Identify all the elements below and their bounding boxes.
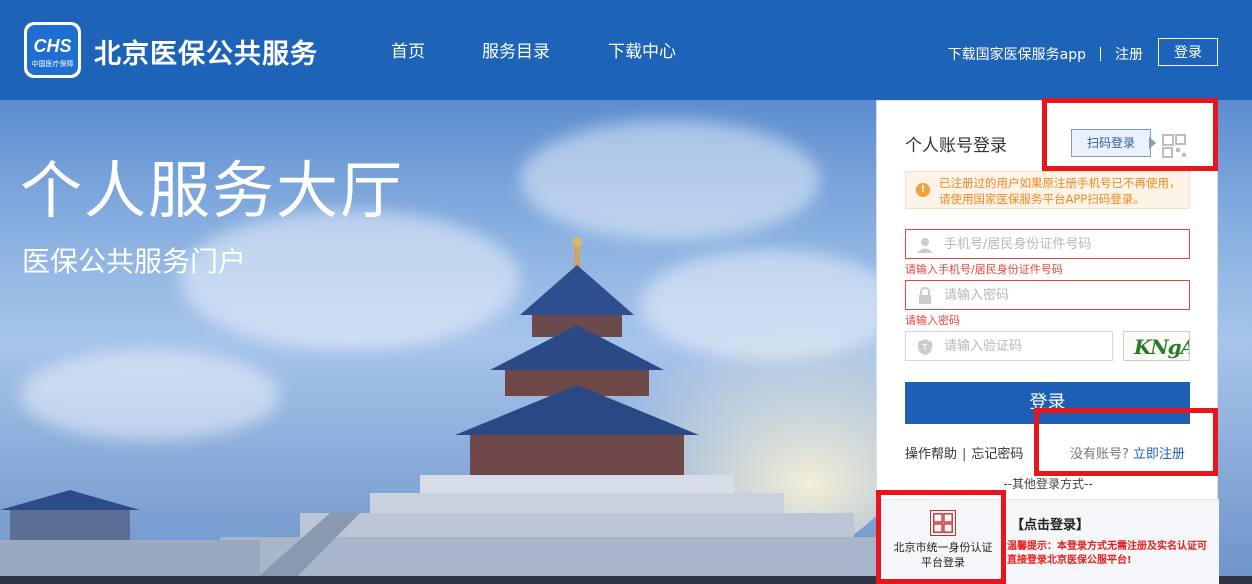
- captcha-image[interactable]: KNgA: [1123, 331, 1190, 361]
- hero-subtitle: 医保公共服务门户: [22, 245, 247, 278]
- notice-text: 已注册过的用户如果原注册手机号已不再使用，请使用国家医保服务平台APP扫码登录。: [939, 176, 1181, 206]
- account-error: 请输入手机号/居民身份证件号码: [905, 263, 1063, 276]
- warning-icon: !: [916, 183, 930, 197]
- chs-logo[interactable]: CHS 中国医疗保障: [24, 22, 81, 78]
- hero-title: 个人服务大厅: [20, 154, 405, 227]
- top-header: CHS 中国医疗保障 北京医保公共服务 首页 服务目录 下载中心 下载国家医保服…: [0, 0, 1252, 100]
- password-field[interactable]: [905, 280, 1190, 310]
- password-error: 请输入密码: [905, 314, 960, 327]
- annotation-box-scan: [1042, 98, 1218, 171]
- panel-title: 个人账号登录: [905, 136, 1007, 156]
- register-link[interactable]: 注册: [1115, 44, 1143, 64]
- header-login-button[interactable]: 登录: [1158, 38, 1218, 66]
- user-icon: [917, 238, 933, 253]
- captcha-text: KNgA: [1134, 335, 1190, 359]
- logo-inner: CHS 中国医疗保障: [27, 25, 78, 75]
- annotation-box-register: [1034, 408, 1218, 476]
- svg-text:T: T: [923, 343, 928, 352]
- help-link[interactable]: 操作帮助: [905, 447, 957, 462]
- site-title[interactable]: 北京医保公共服务: [94, 32, 318, 71]
- nav-home[interactable]: 首页: [391, 37, 425, 62]
- nav-service-catalog[interactable]: 服务目录: [482, 37, 550, 62]
- shield-icon: T: [918, 339, 932, 355]
- header-actions: 下载国家医保服务app 注册 登录: [948, 38, 1218, 66]
- logo-sub: 中国医疗保障: [31, 60, 74, 68]
- lock-icon: [919, 287, 931, 304]
- annotation-box-unified-auth: [876, 490, 1006, 584]
- help-separator: |: [962, 447, 967, 462]
- account-field[interactable]: [905, 229, 1190, 259]
- download-app-link[interactable]: 下载国家医保服务app: [948, 44, 1086, 64]
- notice-banner: ! 已注册过的用户如果原注册手机号已不再使用，请使用国家医保服务平台APP扫码登…: [905, 171, 1190, 209]
- click-login-link[interactable]: 【点击登录】: [1011, 514, 1089, 533]
- password-input[interactable]: [944, 281, 1184, 309]
- captcha-input[interactable]: [944, 332, 1109, 360]
- help-links: 操作帮助 | 忘记密码: [905, 443, 1023, 462]
- forgot-password-link[interactable]: 忘记密码: [971, 447, 1023, 462]
- logo-badge: CHS: [33, 36, 72, 56]
- nav-download-center[interactable]: 下载中心: [608, 37, 676, 62]
- account-input[interactable]: [944, 230, 1184, 258]
- captcha-field[interactable]: T: [905, 331, 1113, 361]
- header-divider: [1100, 47, 1101, 61]
- login-tip: 温馨提示：本登录方式无需注册及实名认证可直接登录北京医保公服平台!: [1007, 541, 1207, 566]
